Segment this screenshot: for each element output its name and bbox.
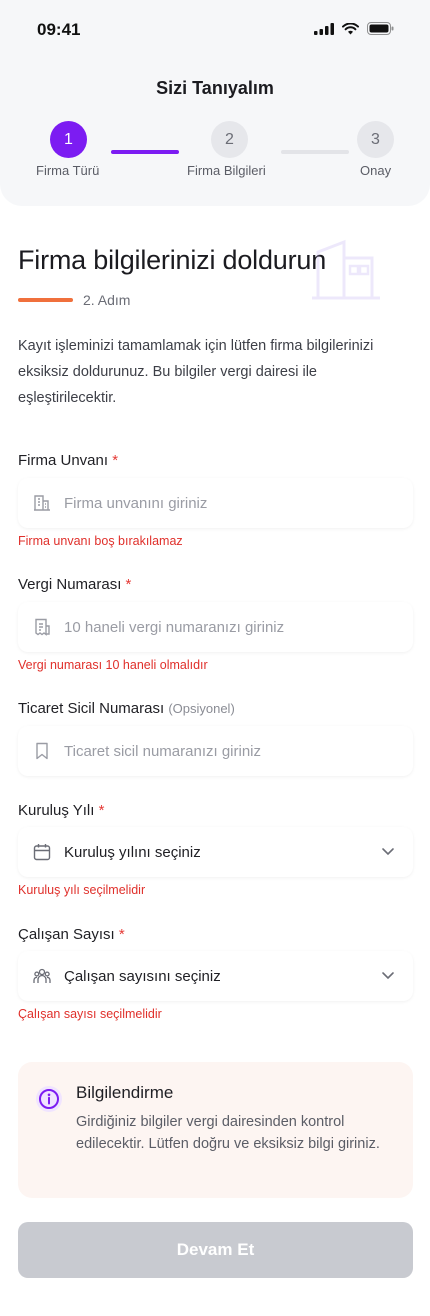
trade-registry-label: Ticaret Sicil Numarası (Opsiyonel) <box>18 700 235 717</box>
employee-count-error: Çalışan sayısı seçilmelidir <box>18 1007 162 1021</box>
users-icon <box>32 966 52 986</box>
chevron-down-icon <box>382 848 394 856</box>
header-panel: 09:41 Sizi Tanıyalım 1 2 3 Firma Türü Fi… <box>0 0 430 206</box>
intro-text: Kayıt işleminizi tamamlamak için lütfen … <box>18 338 374 406</box>
status-bar: 09:41 <box>0 0 430 60</box>
status-time: 09:41 <box>37 20 81 39</box>
founding-year-error: Kuruluş yılı seçilmelidir <box>18 883 146 897</box>
wifi-icon <box>342 22 359 34</box>
receipt-icon <box>32 617 52 637</box>
info-card: Bilgilendirme Girdiğiniz bilgiler vergi … <box>18 1062 413 1198</box>
step-3-circle[interactable]: 3 <box>357 121 394 158</box>
info-text: Girdiğiniz bilgiler vergi dairesinden ko… <box>76 1114 380 1152</box>
title-accent-line <box>18 298 73 302</box>
signal-icon <box>314 22 334 35</box>
building-icon <box>32 493 52 513</box>
company-name-label: Firma Unvanı * <box>18 452 119 469</box>
status-icons <box>314 22 394 35</box>
employee-count-select[interactable]: Çalışan sayısını seçiniz <box>18 951 413 1001</box>
step-2-label: Firma Bilgileri <box>187 163 266 178</box>
tax-number-error: Vergi numarası 10 haneli olmalıdır <box>18 658 208 672</box>
step-connector-2 <box>281 150 349 154</box>
founding-year-select[interactable]: Kuruluş yılını seçiniz <box>18 827 413 877</box>
trade-registry-input[interactable]: Ticaret sicil numaranızı giriniz <box>18 726 413 776</box>
employee-count-value: Çalışan sayısını seçiniz <box>64 967 221 985</box>
step-1-label: Firma Türü <box>36 163 100 178</box>
tax-number-label: Vergi Numarası * <box>18 576 132 593</box>
section-title: Firma bilgilerinizi doldurun <box>18 245 327 275</box>
company-name-error: Firma unvanı boş bırakılamaz <box>18 534 183 548</box>
step-1-circle[interactable]: 1 <box>50 121 87 158</box>
calendar-icon <box>32 842 52 862</box>
tax-number-input[interactable]: 10 haneli vergi numaranızı giriniz <box>18 602 413 652</box>
founding-year-value: Kuruluş yılını seçiniz <box>64 843 201 861</box>
tax-number-placeholder: 10 haneli vergi numaranızı giriniz <box>64 618 285 636</box>
step-caption: 2. Adım <box>83 292 131 308</box>
company-name-placeholder: Firma unvanını giriniz <box>64 494 208 512</box>
battery-icon <box>367 22 394 35</box>
step-connector-1 <box>111 150 179 154</box>
bookmark-icon <box>32 741 52 761</box>
step-2-circle[interactable]: 2 <box>211 121 248 158</box>
founding-year-label: Kuruluş Yılı * <box>18 802 105 819</box>
info-title: Bilgilendirme <box>76 1083 174 1102</box>
page-title: Sizi Tanıyalım <box>156 78 274 98</box>
info-icon <box>36 1086 62 1112</box>
trade-registry-placeholder: Ticaret sicil numaranızı giriniz <box>64 742 261 760</box>
employee-count-label: Çalışan Sayısı * <box>18 926 125 943</box>
step-3-label: Onay <box>360 163 392 178</box>
chevron-down-icon <box>382 972 394 980</box>
company-name-input[interactable]: Firma unvanını giriniz <box>18 478 413 528</box>
continue-button[interactable]: Devam Et <box>18 1222 413 1278</box>
building-watermark-icon <box>312 239 380 300</box>
